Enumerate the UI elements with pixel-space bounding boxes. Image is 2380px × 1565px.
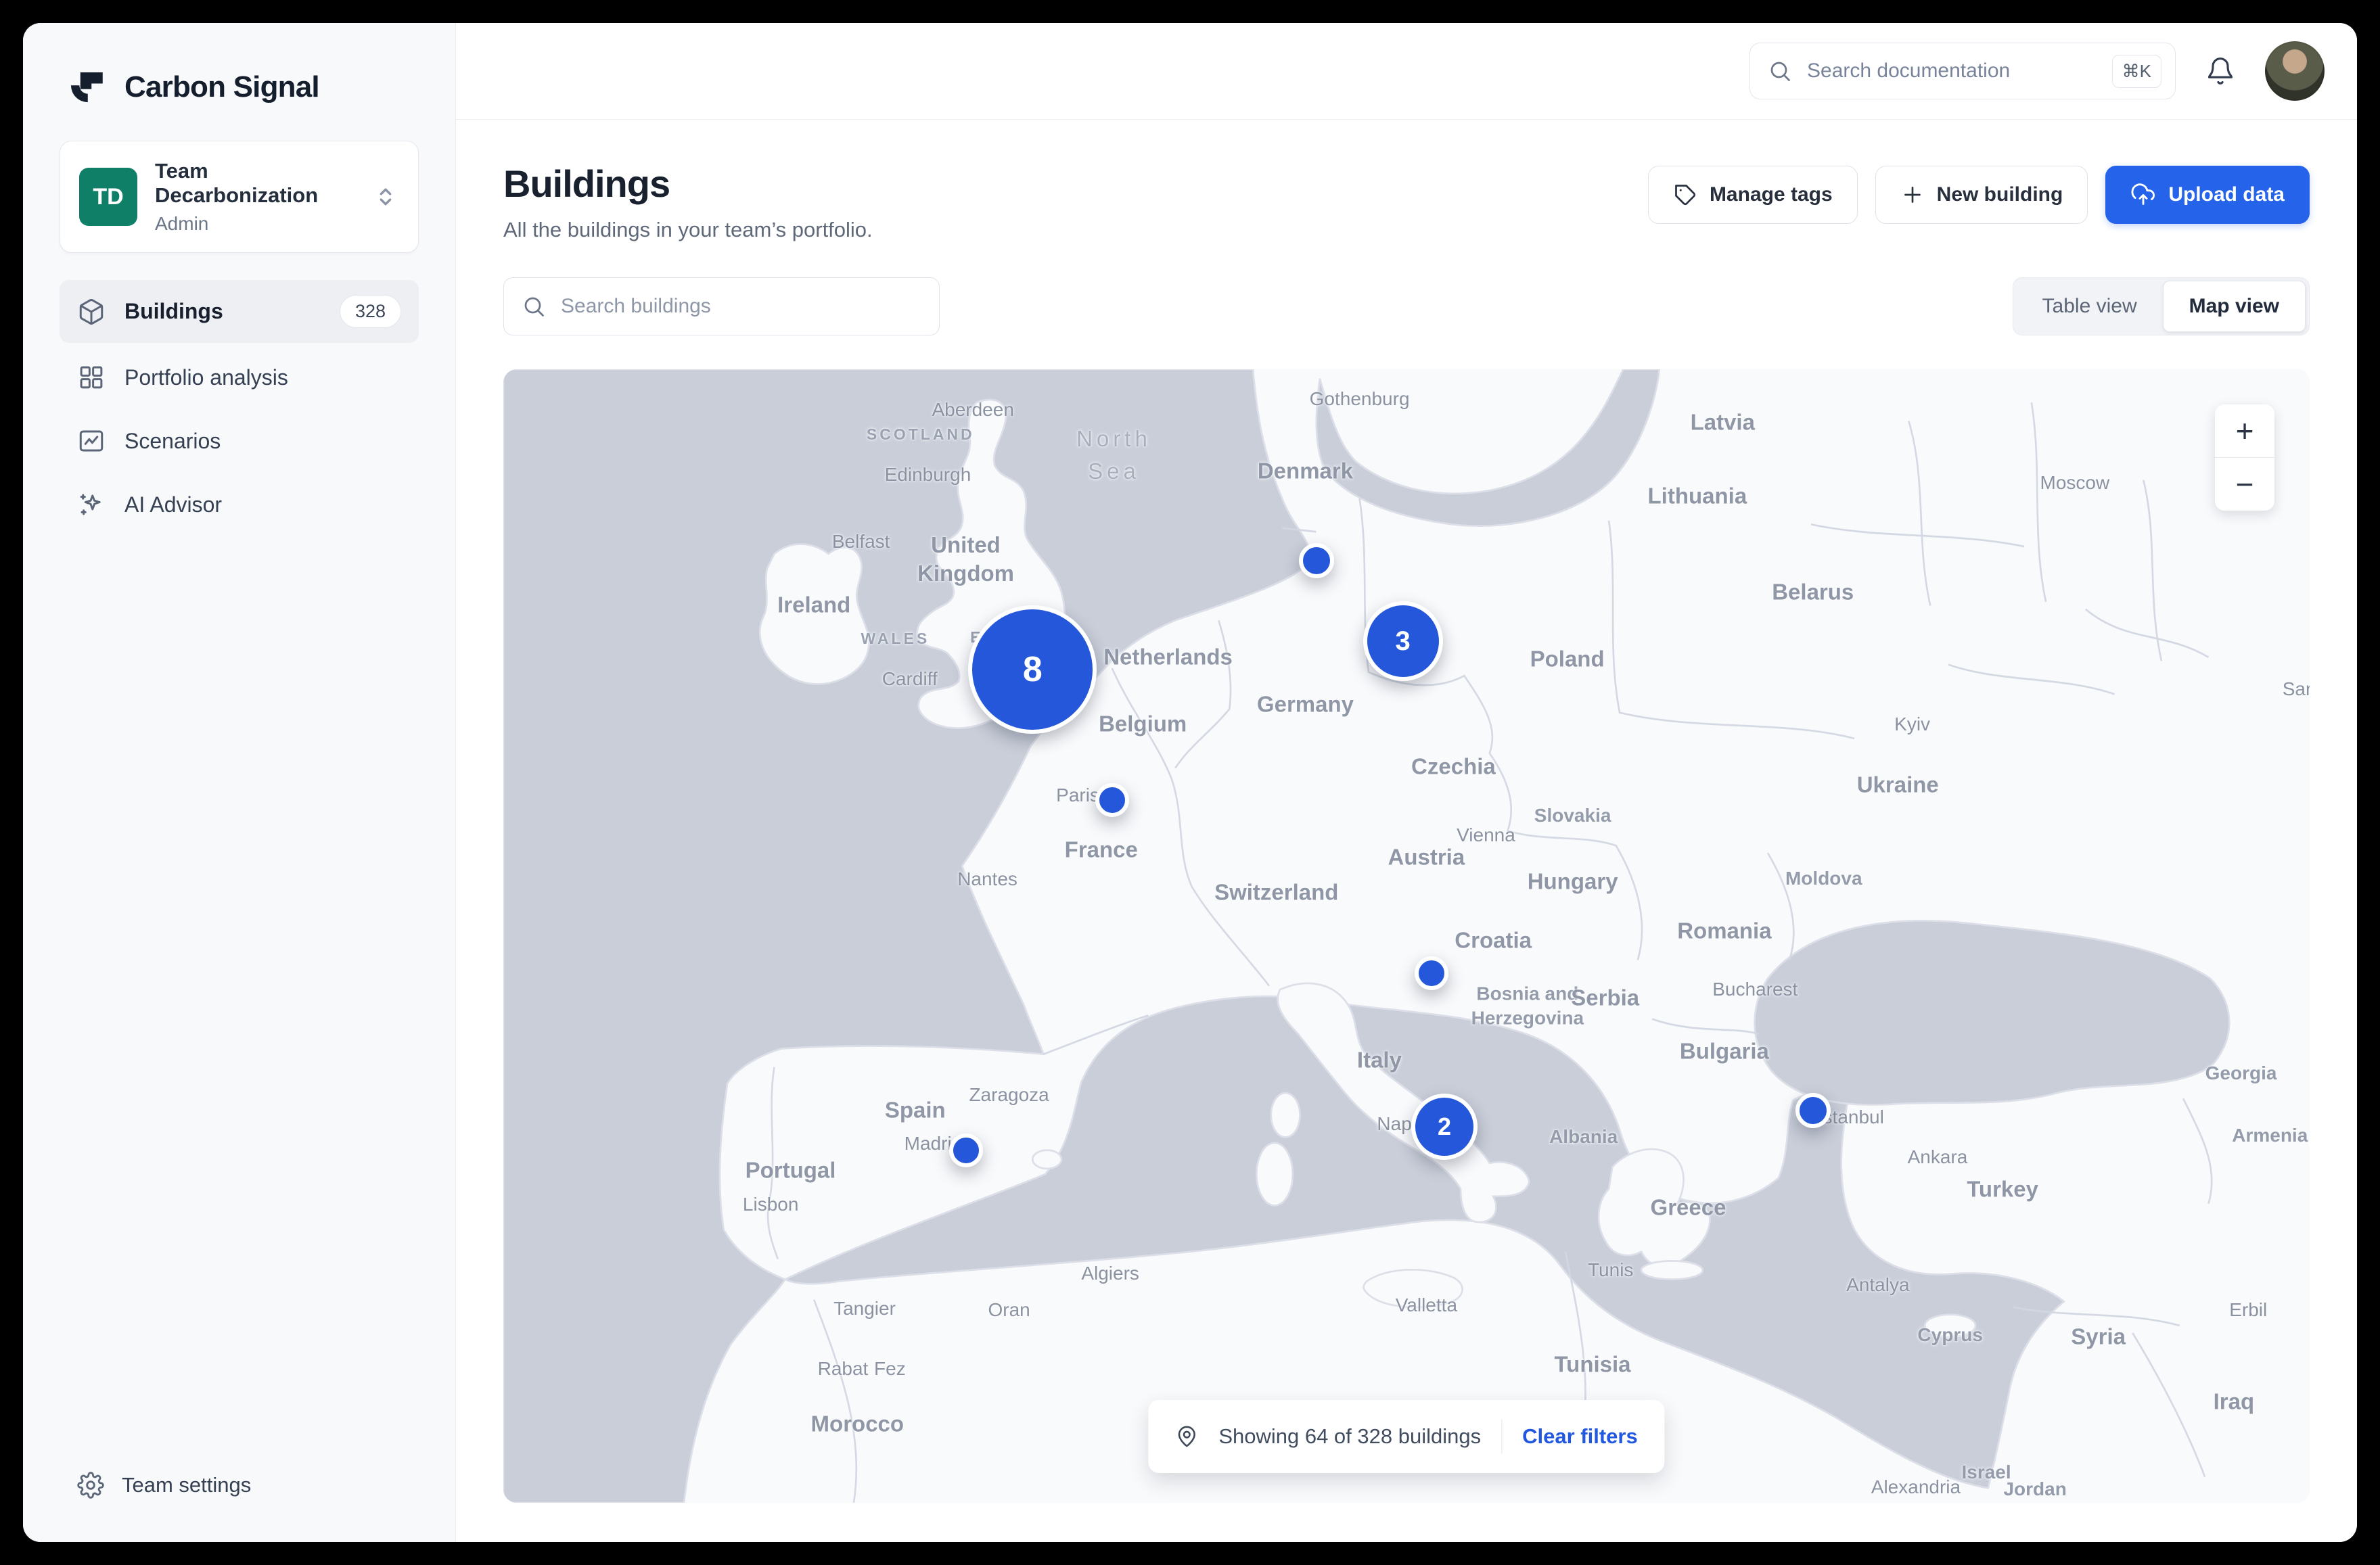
grid-icon: [77, 363, 106, 392]
plus-icon: [1900, 183, 1925, 207]
map-zoom-control: + −: [2215, 404, 2274, 511]
main-area: ⌘K Buildings All the buildings in your t…: [456, 23, 2357, 1542]
doc-search[interactable]: ⌘K: [1749, 43, 2176, 99]
sidebar-item-scenarios[interactable]: Scenarios: [60, 412, 419, 470]
sidebar: Carbon Signal TD Team Decarbonization Ad…: [23, 23, 456, 1542]
sidebar-item-label: Buildings: [124, 299, 321, 324]
notifications-button[interactable]: [2205, 56, 2235, 86]
team-avatar: TD: [79, 168, 137, 226]
sparkles-icon: [77, 490, 106, 519]
search-icon: [522, 294, 546, 319]
manage-tags-button[interactable]: Manage tags: [1648, 166, 1858, 224]
user-avatar[interactable]: [2265, 41, 2325, 101]
bell-icon: [2205, 56, 2235, 86]
view-toggle: Table view Map view: [2013, 277, 2310, 335]
zoom-out-button[interactable]: −: [2215, 458, 2274, 511]
keyboard-shortcut-badge: ⌘K: [2112, 55, 2161, 88]
building-marker[interactable]: [1415, 956, 1448, 990]
search-icon: [1768, 59, 1792, 83]
map-basemap: [503, 369, 2310, 1503]
building-marker[interactable]: [1299, 543, 1334, 578]
topbar: ⌘K: [456, 23, 2357, 120]
buildings-search[interactable]: [503, 277, 940, 335]
new-building-button[interactable]: New building: [1875, 166, 2088, 224]
building-marker[interactable]: [1795, 1093, 1831, 1128]
team-name: Team Decarbonization: [155, 159, 354, 208]
map-view-tab[interactable]: Map view: [2163, 281, 2306, 332]
app-name: Carbon Signal: [124, 70, 319, 104]
page-subtitle: All the buildings in your team’s portfol…: [503, 218, 873, 242]
buildings-search-input[interactable]: [559, 294, 921, 319]
map-pin-icon: [1175, 1425, 1198, 1448]
sidebar-nav: Buildings 328 Portfolio analysis Scenarios A…: [60, 280, 419, 534]
app-window: Carbon Signal TD Team Decarbonization Ad…: [23, 23, 2357, 1542]
cluster-marker[interactable]: 8: [968, 605, 1097, 734]
clear-filters-button[interactable]: Clear filters: [1522, 1424, 1638, 1449]
sidebar-item-label: Portfolio analysis: [124, 365, 401, 390]
status-text: Showing 64 of 328 buildings: [1218, 1424, 1481, 1449]
sidebar-item-label: Team settings: [122, 1473, 251, 1497]
sidebar-item-portfolio-analysis[interactable]: Portfolio analysis: [60, 348, 419, 406]
chart-icon: [77, 427, 106, 455]
upload-data-button[interactable]: Upload data: [2105, 166, 2310, 224]
page-content: Buildings All the buildings in your team…: [456, 120, 2357, 1542]
cluster-marker[interactable]: 3: [1363, 601, 1443, 681]
chevron-updown-icon: [372, 183, 399, 210]
building-marker[interactable]: [949, 1134, 983, 1167]
box-icon: [77, 298, 106, 326]
zoom-in-button[interactable]: +: [2215, 404, 2274, 457]
sidebar-item-label: Scenarios: [124, 429, 401, 454]
team-switcher[interactable]: TD Team Decarbonization Admin: [60, 141, 419, 253]
logo-icon: [64, 65, 108, 110]
gear-icon: [77, 1472, 104, 1499]
sidebar-item-label: AI Advisor: [124, 492, 401, 517]
page-actions: Manage tags New building U: [1648, 166, 2310, 224]
page-title: Buildings: [503, 162, 873, 206]
table-view-tab[interactable]: Table view: [2017, 281, 2163, 331]
building-marker[interactable]: [1095, 783, 1129, 817]
map-canvas[interactable]: GothenburgAberdeenSCOTLANDNorth SeaEdinb…: [503, 369, 2310, 1503]
screen: Carbon Signal TD Team Decarbonization Ad…: [0, 0, 2380, 1565]
sidebar-item-ai-advisor[interactable]: AI Advisor: [60, 475, 419, 534]
tag-icon: [1673, 183, 1697, 207]
doc-search-input[interactable]: [1806, 59, 2099, 83]
map-status-bar: Showing 64 of 328 buildings Clear filter…: [1148, 1400, 1664, 1473]
sidebar-item-team-settings[interactable]: Team settings: [60, 1458, 419, 1512]
upload-cloud-icon: [2130, 182, 2156, 208]
team-role: Admin: [155, 213, 354, 235]
app-logo[interactable]: Carbon Signal: [60, 65, 419, 110]
cluster-marker[interactable]: 2: [1411, 1094, 1478, 1160]
sidebar-item-buildings[interactable]: Buildings 328: [60, 280, 419, 343]
count-badge: 328: [340, 295, 401, 328]
